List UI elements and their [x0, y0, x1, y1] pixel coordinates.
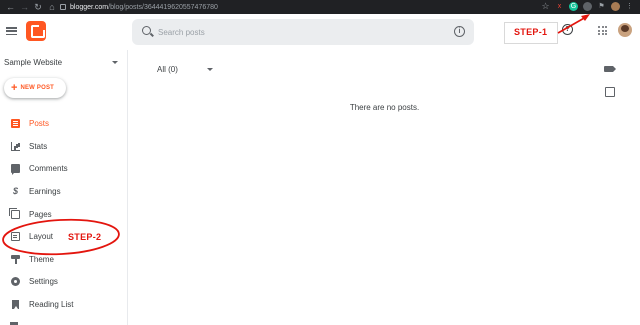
blog-name: Sample Website [4, 57, 63, 67]
bookmark-star-icon[interactable]: ☆ [541, 2, 550, 11]
grammarly-extension-icon[interactable]: G [569, 2, 578, 11]
info-icon[interactable]: i [454, 26, 465, 37]
chevron-down-icon [207, 68, 213, 71]
sidebar-item-label: Comments [29, 163, 68, 173]
sidebar-item-label: Settings [29, 276, 58, 286]
browser-profile-avatar[interactable] [611, 2, 620, 11]
extension-x-icon[interactable]: x [555, 2, 564, 11]
sidebar-item-label: Reading List [29, 299, 74, 309]
sidebar-item-earnings[interactable]: $ Earnings [0, 182, 128, 200]
avatar[interactable] [618, 23, 632, 37]
help-icon[interactable]: ? [562, 24, 573, 35]
stats-icon [11, 141, 20, 151]
extensions-area: ☆ x G ⚑ ⋮ [541, 2, 634, 11]
blogger-logo-icon[interactable] [26, 21, 46, 41]
sidebar-item-theme[interactable]: Theme [0, 250, 128, 268]
sidebar-item-label: Earnings [29, 186, 61, 196]
search-bar: i [132, 19, 474, 45]
browser-nav: ← → ↻ ⌂ [0, 2, 56, 12]
search-input[interactable] [158, 25, 438, 39]
browser-toolbar: ← → ↻ ⌂ blogger.com/blog/posts/364441962… [0, 0, 640, 14]
sidebar-item-label: Stats [29, 141, 48, 151]
url-host: blogger.com [70, 3, 109, 11]
extension-icon[interactable] [583, 2, 592, 11]
label-icon[interactable] [604, 66, 616, 72]
reload-icon[interactable]: ↻ [34, 2, 42, 12]
new-post-button[interactable]: + NEW POST [4, 78, 66, 98]
search-icon [142, 26, 151, 35]
layout-icon [11, 231, 20, 241]
sidebar-item-label: Posts [29, 118, 50, 128]
new-post-label: NEW POST [20, 85, 55, 91]
blog-selector[interactable]: Sample Website [4, 56, 118, 68]
chevron-down-icon [112, 60, 118, 64]
sidebar-item-comments[interactable]: Comments [0, 159, 128, 177]
sidebar: Sample Website + NEW POST Posts Stats Co… [0, 50, 128, 325]
posts-panel: All (0) There are no posts. [129, 50, 640, 325]
pages-icon [9, 207, 20, 219]
sidebar-item-settings[interactable]: Settings [0, 272, 128, 290]
plus-icon: + [11, 82, 18, 94]
comments-icon [11, 163, 20, 175]
sidebar-item-label: Theme [29, 254, 54, 264]
select-all-checkbox[interactable] [605, 87, 615, 97]
browser-menu-icon[interactable]: ⋮ [625, 2, 634, 11]
posts-icon [11, 118, 20, 128]
back-icon[interactable]: ← [6, 2, 15, 12]
earnings-icon: $ [12, 185, 18, 196]
step2-annotation: STEP-2 [68, 232, 102, 242]
extensions-puzzle-icon[interactable]: ⚑ [597, 2, 606, 11]
sidebar-item-label: Layout [29, 231, 54, 241]
url-path: /blog/posts/3644419620557476780 [108, 3, 218, 11]
reading-list-icon [12, 299, 19, 309]
theme-icon [11, 254, 20, 264]
empty-state-message: There are no posts. [349, 103, 420, 112]
forward-icon[interactable]: → [20, 2, 29, 12]
step1-annotation: STEP-1 [514, 27, 548, 37]
apps-icon[interactable] [598, 26, 607, 35]
home-icon[interactable]: ⌂ [48, 2, 56, 12]
settings-icon [11, 276, 20, 286]
sidebar-item-stats[interactable]: Stats [0, 137, 128, 155]
posts-filter-label: All (0) [157, 64, 178, 74]
sidebar-item-layout[interactable]: Layout [0, 227, 128, 245]
address-bar[interactable]: blogger.com/blog/posts/36444196205574767… [60, 1, 530, 13]
sidebar-item-label: Pages [29, 209, 52, 219]
menu-icon[interactable] [6, 27, 17, 35]
sidebar-item-reading-list[interactable]: Reading List [0, 295, 128, 313]
lock-icon [60, 4, 66, 10]
posts-filter-dropdown[interactable]: All (0) [157, 63, 213, 75]
sidebar-item-pages[interactable]: Pages [0, 205, 128, 223]
sidebar-item-posts[interactable]: Posts [0, 114, 128, 132]
